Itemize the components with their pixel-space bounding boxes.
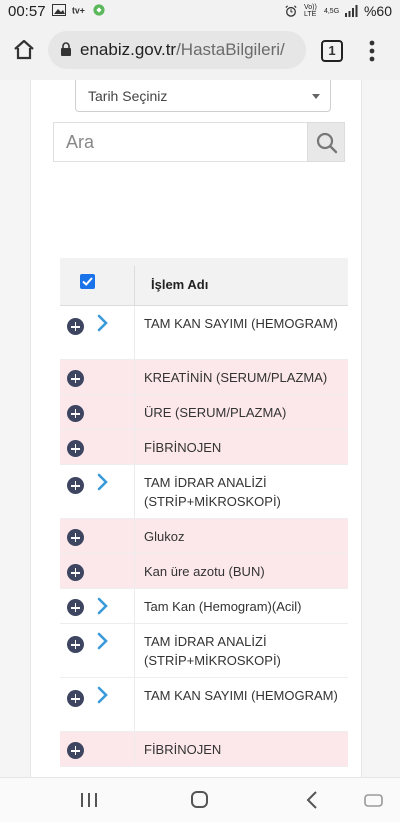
table-row[interactable]: FİBRİNOJEN [60, 732, 348, 767]
expand-plus-icon[interactable] [67, 742, 84, 759]
procedure-name: TAM İDRAR ANALİZİ (STRİP+MİKROSKOPİ) [144, 634, 281, 668]
tab-count-button[interactable]: 1 [321, 40, 343, 62]
procedure-name: TAM KAN SAYIMI (HEMOGRAM) [144, 688, 338, 703]
home-icon[interactable] [12, 38, 36, 62]
chevron-down-icon [312, 94, 320, 99]
expand-plus-icon[interactable] [67, 599, 84, 616]
chevron-right-icon[interactable] [96, 597, 110, 615]
table-row[interactable]: TAM İDRAR ANALİZİ (STRİP+MİKROSKOPİ) [60, 624, 348, 678]
url-bar[interactable]: enabiz.gov.tr/HastaBilgileri/ [48, 31, 306, 69]
expand-plus-icon[interactable] [67, 636, 84, 653]
keyboard-toggle-icon[interactable] [363, 790, 385, 810]
svg-text:tv+: tv+ [72, 6, 85, 16]
column-header-procedure-name: İşlem Adı [151, 277, 209, 292]
procedure-name: Kan üre azotu (BUN) [144, 564, 265, 579]
expand-plus-icon[interactable] [67, 529, 84, 546]
chevron-right-icon[interactable] [96, 314, 110, 332]
expand-plus-icon[interactable] [67, 318, 84, 335]
expand-plus-icon[interactable] [67, 690, 84, 707]
system-nav-bar [0, 777, 400, 822]
network-gen: 4,5G [323, 7, 340, 15]
signal-icon [344, 5, 358, 17]
procedure-name: TAM KAN SAYIMI (HEMOGRAM) [144, 316, 338, 331]
lock-icon [61, 42, 71, 56]
search-button[interactable] [307, 122, 345, 162]
expand-plus-icon[interactable] [67, 405, 84, 422]
home-nav-icon[interactable] [189, 790, 211, 810]
procedure-name: KREATİNİN (SERUM/PLAZMA) [144, 370, 328, 385]
procedure-name: ÜRE (SERUM/PLAZMA) [144, 405, 287, 420]
chevron-right-icon[interactable] [96, 686, 110, 704]
search-icon [316, 132, 338, 154]
table-row[interactable]: Tam Kan (Hemogram)(Acil) [60, 589, 348, 624]
status-time: 00:57 [8, 3, 46, 20]
expand-plus-icon[interactable] [67, 477, 84, 494]
procedure-name: Glukoz [144, 529, 185, 544]
table-header: İşlem Adı [60, 258, 348, 306]
table-row[interactable]: Kan üre azotu (BUN) [60, 554, 348, 589]
search-input[interactable] [53, 122, 307, 162]
expand-plus-icon[interactable] [67, 440, 84, 457]
back-icon[interactable] [302, 790, 324, 810]
results-card: Tarih Seçiniz İşlem Adı TAM KAN SAYIMI (… [30, 80, 362, 777]
table-row[interactable]: TAM KAN SAYIMI (HEMOGRAM) [60, 306, 348, 360]
procedure-name: Tam Kan (Hemogram)(Acil) [144, 599, 302, 614]
more-menu-icon[interactable] [362, 38, 382, 64]
gallery-icon [52, 4, 66, 16]
chevron-right-icon[interactable] [96, 632, 110, 650]
chevron-right-icon[interactable] [96, 473, 110, 491]
url-path: /HastaBilgileri/ [176, 40, 285, 59]
table-row[interactable]: ÜRE (SERUM/PLAZMA) [60, 395, 348, 430]
procedure-name: FİBRİNOJEN [144, 742, 222, 757]
search-bar [53, 122, 345, 162]
table-row[interactable]: Glukoz [60, 519, 348, 554]
page-content: Tarih Seçiniz İşlem Adı TAM KAN SAYIMI (… [0, 80, 400, 777]
date-select[interactable]: Tarih Seçiniz [75, 80, 331, 112]
battery-level: %60 [363, 3, 392, 19]
alarm-icon [285, 5, 297, 17]
recent-apps-icon[interactable] [78, 790, 100, 810]
tv-plus-icon: tv+ [72, 6, 85, 16]
table-body: TAM KAN SAYIMI (HEMOGRAM) KREATİNİN (SERU… [60, 306, 348, 767]
status-bar: 00:57 tv+ Vo)) LTE 4,5G %60 [0, 0, 400, 24]
table-row[interactable]: TAM KAN SAYIMI (HEMOGRAM) [60, 678, 348, 732]
network-label: Vo)) LTE [303, 4, 317, 18]
app-notification-icon [93, 4, 105, 16]
procedure-name: TAM İDRAR ANALİZİ (STRİP+MİKROSKOPİ) [144, 475, 281, 509]
browser-toolbar: enabiz.gov.tr/HastaBilgileri/ 1 [0, 24, 400, 80]
date-select-label: Tarih Seçiniz [88, 88, 168, 104]
table-row[interactable]: FİBRİNOJEN [60, 430, 348, 465]
url-host: enabiz.gov.tr [80, 40, 177, 59]
check-icon [82, 277, 93, 286]
table-row[interactable]: KREATİNİN (SERUM/PLAZMA) [60, 360, 348, 395]
table-row[interactable]: TAM İDRAR ANALİZİ (STRİP+MİKROSKOPİ) [60, 465, 348, 519]
procedures-table: İşlem Adı TAM KAN SAYIMI (HEMOGRAM) KREAT… [60, 258, 348, 767]
select-all-checkbox[interactable] [80, 274, 95, 289]
procedure-name: FİBRİNOJEN [144, 440, 222, 455]
expand-plus-icon[interactable] [67, 564, 84, 581]
expand-plus-icon[interactable] [67, 370, 84, 387]
